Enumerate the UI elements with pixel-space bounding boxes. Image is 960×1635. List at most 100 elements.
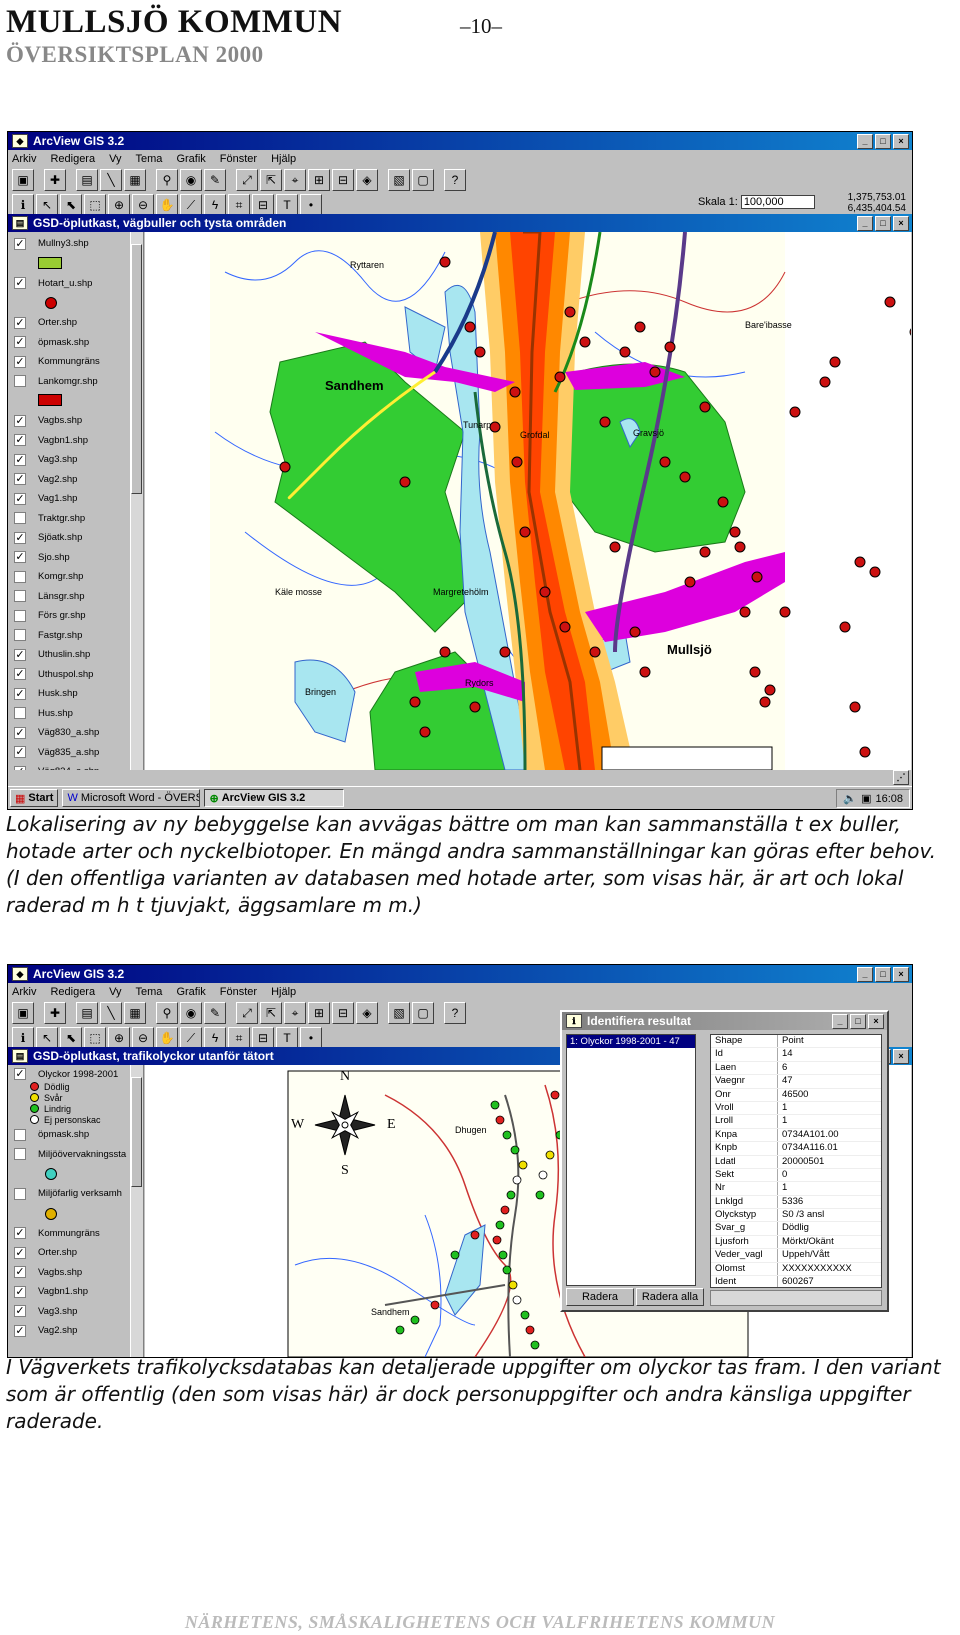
layer-checkbox[interactable]: ✓	[14, 1305, 26, 1318]
layer-checkbox[interactable]: ✓	[14, 1266, 26, 1279]
theme-properties-icon[interactable]: ▤	[76, 1002, 98, 1024]
toc-item-miljoovervakning[interactable]: Miljöövervakningssta	[8, 1145, 142, 1165]
toc-item-layer[interactable]: Förs gr.shp	[8, 606, 142, 626]
menu-vy[interactable]: Vy	[109, 153, 121, 165]
add-theme-icon[interactable]: ✚	[44, 1002, 66, 1024]
hotspot-point[interactable]	[419, 726, 431, 738]
accident-point[interactable]	[512, 1295, 522, 1305]
hotspot-point[interactable]	[474, 346, 486, 358]
zoom-active-icon[interactable]: ⇱	[260, 1002, 282, 1024]
hotspot-point[interactable]	[629, 626, 641, 638]
delete-button[interactable]: Radera	[566, 1288, 634, 1306]
hotspot-point[interactable]	[909, 327, 911, 337]
zoom-previous-icon[interactable]: ◈	[356, 169, 378, 191]
toc-item-layer[interactable]: Lankomgr.shp	[8, 372, 142, 392]
zoom-out-icon[interactable]: ⊖	[132, 194, 154, 216]
hotspot-point[interactable]	[829, 356, 841, 368]
menu-tema[interactable]: Tema	[136, 153, 163, 165]
hotspot-point[interactable]	[619, 346, 631, 358]
toc-item-layer[interactable]: ✓ Orter.shp	[8, 313, 142, 333]
zoom-in-icon[interactable]: ⊕	[108, 1027, 130, 1049]
accident-point[interactable]	[512, 1175, 522, 1185]
zoom-in-icon[interactable]: ⊕	[108, 194, 130, 216]
hotspot-point[interactable]	[499, 646, 511, 658]
identify-minimize-button[interactable]: _	[832, 1013, 848, 1029]
hotspot-point[interactable]	[849, 701, 861, 713]
accident-point[interactable]	[470, 1230, 480, 1240]
vertex-edit-icon[interactable]: ⬉	[60, 194, 82, 216]
toc-item-vagbn1[interactable]: ✓ Vagbn1.shp	[8, 1282, 142, 1302]
menu-fonster[interactable]: Fönster	[220, 153, 257, 165]
accident-point[interactable]	[530, 1340, 540, 1350]
layer-checkbox[interactable]: ✓	[14, 1324, 26, 1337]
zoom-out-fixed-icon[interactable]: ⊟	[332, 1002, 354, 1024]
view-maximize-button[interactable]: □	[875, 215, 891, 231]
hotspot-point[interactable]	[764, 684, 776, 696]
accident-point[interactable]	[550, 1090, 560, 1100]
accident-point[interactable]	[535, 1190, 545, 1200]
hotspot-point[interactable]	[609, 541, 621, 553]
toc-item-vag3[interactable]: ✓ Vag3.shp	[8, 1302, 142, 1322]
layer-checkbox[interactable]: ✓	[14, 237, 26, 250]
layer-checkbox[interactable]: ✓	[14, 1227, 26, 1240]
vertex-edit-icon[interactable]: ⬉	[60, 1027, 82, 1049]
identify-result-item[interactable]: 1: Olyckor 1998-2001 - 47	[567, 1035, 695, 1048]
layer-checkbox[interactable]: ✓	[14, 1285, 26, 1298]
accident-point[interactable]	[500, 1205, 510, 1215]
draw-point-icon[interactable]: •	[300, 1027, 322, 1049]
layer-checkbox[interactable]: ✓	[14, 1246, 26, 1259]
identify-maximize-button[interactable]: □	[850, 1013, 866, 1029]
toc-item-layer[interactable]: ✓ öpmask.shp	[8, 333, 142, 353]
layer-checkbox[interactable]	[14, 629, 26, 642]
accident-point[interactable]	[395, 1325, 405, 1335]
query-icon[interactable]: ✎	[204, 169, 226, 191]
hotspot-point[interactable]	[439, 646, 451, 658]
toc-item-layer[interactable]: ✓ Mullny3.shp	[8, 234, 142, 254]
toc-item-kommungrans[interactable]: ✓ Kommungräns	[8, 1224, 142, 1244]
toc-scrollbar-2[interactable]	[130, 1065, 143, 1357]
hotspot-point[interactable]	[659, 456, 671, 468]
pointer-icon[interactable]: ↖	[36, 1027, 58, 1049]
accident-point[interactable]	[492, 1235, 502, 1245]
menu-arkiv[interactable]: Arkiv	[12, 153, 36, 165]
select-graphics-icon[interactable]: ▧	[388, 169, 410, 191]
area-of-interest-icon[interactable]: ⌗	[228, 194, 250, 216]
taskbar-word[interactable]: WMicrosoft Word - ÖVERSI...	[62, 789, 201, 807]
hotspot-point[interactable]	[779, 606, 791, 618]
accident-point[interactable]	[520, 1310, 530, 1320]
toc-item-miljofarlig[interactable]: Miljöfarlig verksamh	[8, 1184, 142, 1204]
accident-point[interactable]	[545, 1150, 555, 1160]
hotspot-point[interactable]	[599, 416, 611, 428]
text-icon[interactable]: T	[276, 1027, 298, 1049]
layer-checkbox[interactable]: ✓	[14, 687, 26, 700]
hotspot-point[interactable]	[469, 701, 481, 713]
add-theme-icon[interactable]: ✚	[44, 169, 66, 191]
identify-result-list[interactable]: 1: Olyckor 1998-2001 - 47	[566, 1034, 696, 1286]
toc-item-layer[interactable]: Komgr.shp	[8, 567, 142, 587]
edit-legend-icon[interactable]: ╲	[100, 1002, 122, 1024]
save-icon[interactable]: ▣	[12, 1002, 34, 1024]
toc-item-layer[interactable]: Länsgr.shp	[8, 587, 142, 607]
hotspot-point[interactable]	[509, 386, 521, 398]
layer-checkbox[interactable]: ✓	[14, 434, 26, 447]
accident-point[interactable]	[525, 1325, 535, 1335]
layer-checkbox[interactable]	[14, 590, 26, 603]
toc-item-vag2[interactable]: ✓ Vag2.shp	[8, 1321, 142, 1341]
layer-checkbox[interactable]: ✓	[14, 746, 26, 759]
hotspot-point[interactable]	[464, 321, 476, 333]
layer-checkbox[interactable]	[14, 1128, 26, 1141]
start-button[interactable]: ▦ Start	[10, 789, 59, 807]
hotspot-point[interactable]	[739, 606, 751, 618]
zoom-active-icon[interactable]: ⇱	[260, 169, 282, 191]
toc-item-layer[interactable]: ✓ Vag1.shp	[8, 489, 142, 509]
help-icon[interactable]: ?	[444, 169, 466, 191]
accident-point[interactable]	[538, 1170, 548, 1180]
toc-item-layer[interactable]: ✓ Hotart_u.shp	[8, 274, 142, 294]
layer-checkbox[interactable]: ✓	[14, 414, 26, 427]
layer-checkbox[interactable]: ✓	[14, 1068, 26, 1080]
layer-checkbox[interactable]: ✓	[14, 648, 26, 661]
hotspot-point[interactable]	[649, 366, 661, 378]
scale-input[interactable]: 100,000	[740, 195, 815, 209]
layer-checkbox[interactable]: ✓	[14, 492, 26, 505]
volume-icon[interactable]: 🔈	[843, 792, 857, 805]
